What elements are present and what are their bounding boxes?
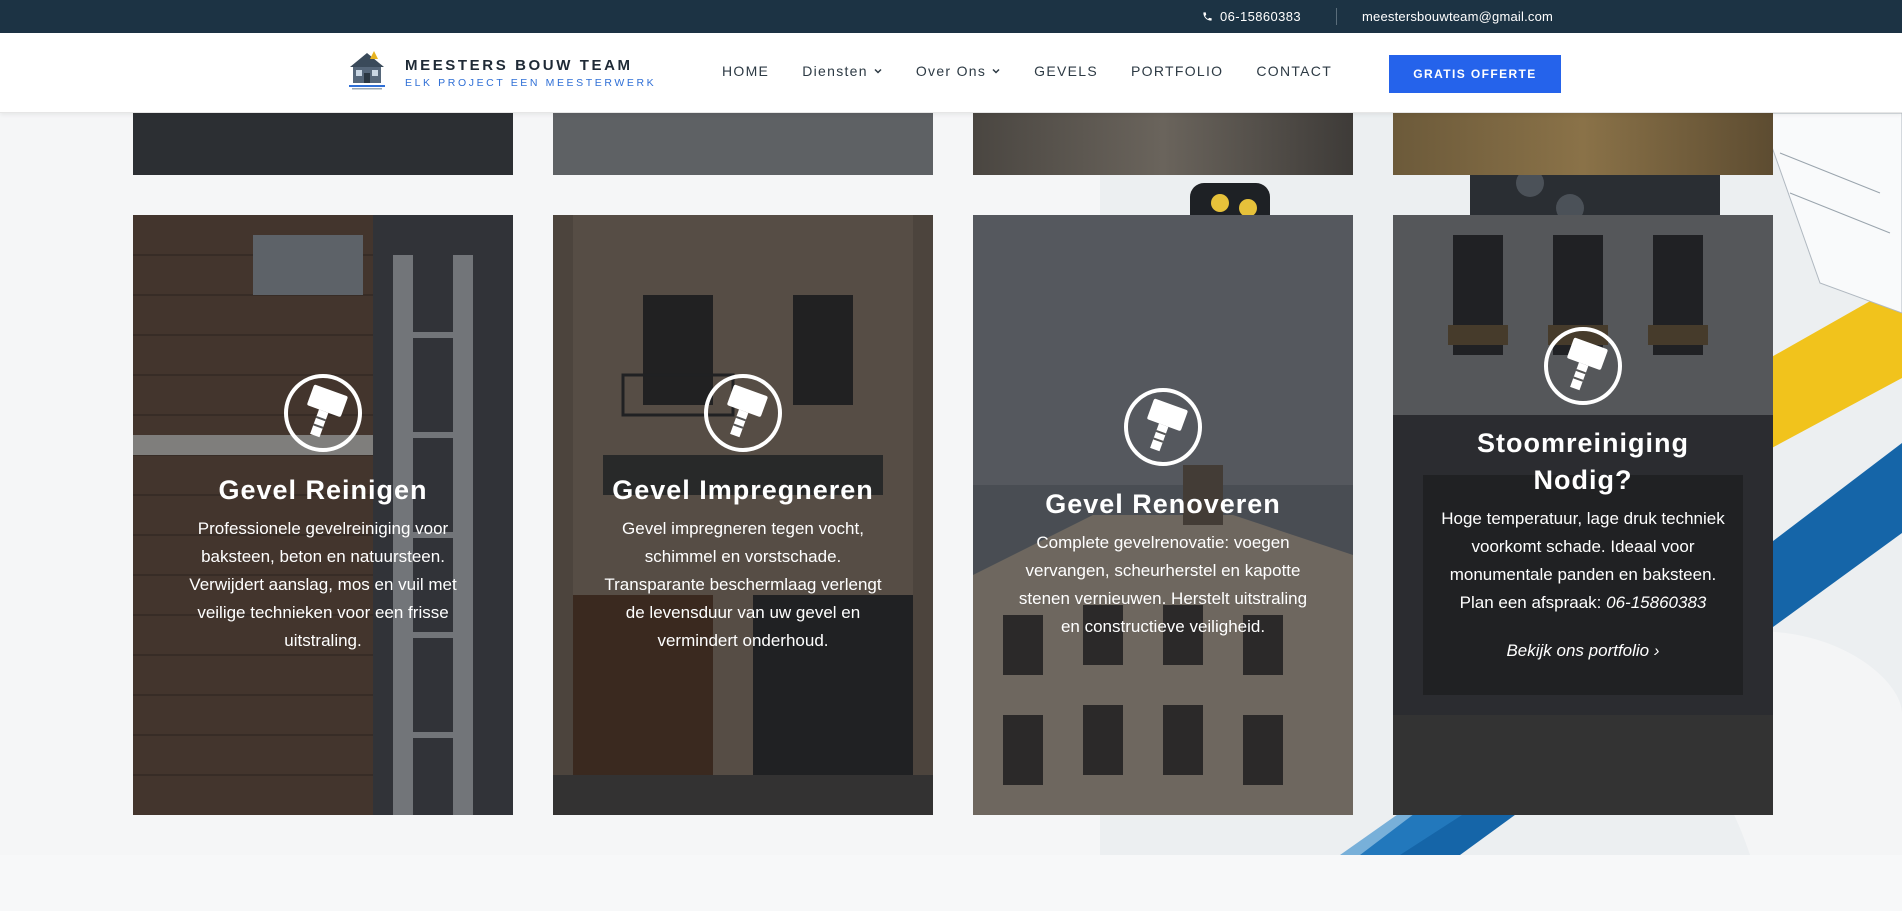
hammer-icon bbox=[284, 374, 362, 452]
nav-portfolio-label: PORTFOLIO bbox=[1131, 63, 1224, 79]
card-content: Gevel Reinigen Professionele gevelreinig… bbox=[133, 373, 513, 655]
hammer-icon bbox=[1544, 327, 1622, 405]
card-image-top-2 bbox=[553, 113, 933, 175]
portfolio-link[interactable]: Bekijk ons portfolio › bbox=[1393, 641, 1773, 661]
phone-icon bbox=[1203, 12, 1212, 21]
card-text: Complete gevelrenovatie: voegen vervange… bbox=[1018, 533, 1308, 636]
topbar-phone-text: 06-15860383 bbox=[1220, 9, 1302, 24]
company-logo[interactable] bbox=[344, 47, 390, 93]
card-content: Gevel Renoveren Complete gevelrenovatie:… bbox=[973, 387, 1353, 641]
brand-tagline: ELK PROJECT EEN MEESTERWERK bbox=[405, 77, 657, 89]
nav-diensten[interactable]: Diensten bbox=[802, 63, 883, 79]
service-card-gevel-renoveren[interactable]: Gevel Renoveren Complete gevelrenovatie:… bbox=[973, 215, 1353, 815]
hammer-icon bbox=[704, 374, 782, 452]
nav-gevels-label: GEVELS bbox=[1034, 63, 1098, 79]
site-header: MEESTERS BOUW TEAM ELK PROJECT EEN MEEST… bbox=[0, 33, 1902, 113]
card-title: Gevel Renoveren bbox=[1045, 489, 1281, 519]
topbar-email[interactable]: meestersbouwteam@gmail.com bbox=[1362, 9, 1553, 24]
brand-name[interactable]: MEESTERS BOUW TEAM bbox=[405, 57, 633, 74]
card-text: Professionele gevelreiniging voor bakste… bbox=[189, 519, 457, 650]
top-bar: 06-15860383 meestersbouwteam@gmail.com bbox=[0, 0, 1902, 33]
card-content: Gevel Impregneren Gevel impregneren tege… bbox=[553, 373, 933, 655]
nav-over-ons-label: Over Ons bbox=[915, 63, 987, 79]
free-quote-button[interactable]: GRATIS OFFERTE bbox=[1389, 55, 1561, 93]
main-nav: HOME Diensten Over Ons GEVELS PORTFOLIO … bbox=[722, 63, 1365, 79]
nav-home[interactable]: HOME bbox=[722, 63, 769, 79]
nav-gevels[interactable]: GEVELS bbox=[1034, 63, 1098, 79]
nav-contact[interactable]: CONTACT bbox=[1256, 63, 1332, 79]
card-image-top-4 bbox=[1393, 113, 1773, 175]
nav-over-ons[interactable]: Over Ons bbox=[916, 63, 1001, 79]
chevron-down-icon bbox=[992, 68, 1000, 74]
card-image-top-1 bbox=[133, 113, 513, 175]
chevron-down-icon bbox=[874, 68, 882, 74]
card-content: Stoomreiniging Nodig? Hoge temperatuur, … bbox=[1393, 326, 1773, 661]
service-card-gevel-impregneren[interactable]: Gevel Impregneren Gevel impregneren tege… bbox=[553, 215, 933, 815]
card-phone[interactable]: 06-15860383 bbox=[1606, 593, 1706, 612]
nav-home-label: HOME bbox=[722, 63, 770, 79]
nav-portfolio[interactable]: PORTFOLIO bbox=[1131, 63, 1223, 79]
card-text: Hoge temperatuur, lage druk techniek voo… bbox=[1393, 505, 1773, 617]
nav-contact-label: CONTACT bbox=[1256, 63, 1333, 79]
card-image-top-3 bbox=[973, 113, 1353, 175]
card-text: Gevel impregneren tegen vocht, schimmel … bbox=[604, 519, 882, 650]
service-card-stoomreiniging[interactable]: Stoomreiniging Nodig? Hoge temperatuur, … bbox=[1393, 215, 1773, 815]
card-title: Stoomreiniging Nodig? bbox=[1477, 428, 1689, 495]
card-title: Gevel Reinigen bbox=[218, 475, 428, 505]
service-card-gevel-reinigen[interactable]: Gevel Reinigen Professionele gevelreinig… bbox=[133, 215, 513, 815]
card-title: Gevel Impregneren bbox=[612, 475, 874, 505]
nav-diensten-label: Diensten bbox=[802, 63, 868, 79]
section-divider bbox=[0, 855, 1902, 911]
hammer-icon bbox=[1124, 388, 1202, 466]
topbar-phone[interactable]: 06-15860383 bbox=[1202, 9, 1301, 24]
topbar-divider bbox=[1336, 8, 1337, 25]
